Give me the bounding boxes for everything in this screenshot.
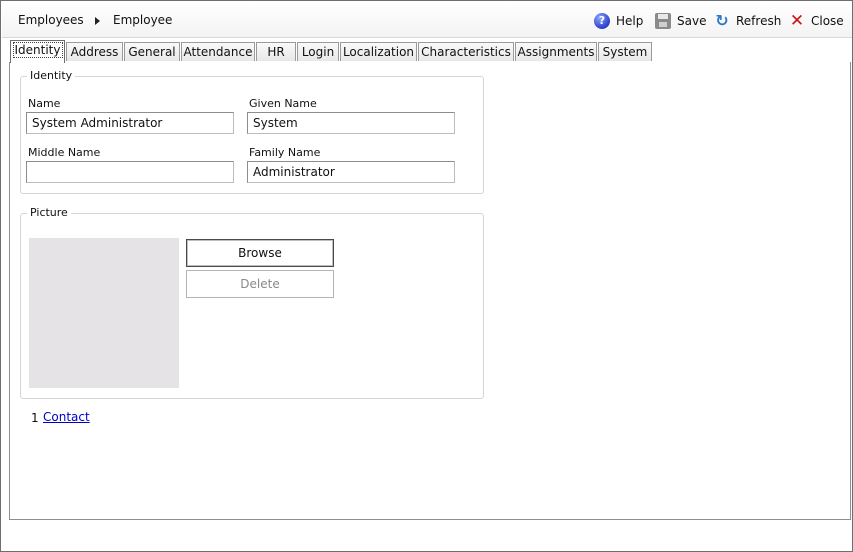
tab-login[interactable]: Login [297, 42, 339, 61]
tab-general[interactable]: General [124, 42, 180, 61]
save-button[interactable]: Save [655, 11, 706, 31]
save-icon [655, 13, 671, 29]
family-name-field[interactable] [247, 161, 455, 183]
picture-group: Picture Browse Delete [20, 206, 484, 399]
breadcrumb-employee: Employee [113, 13, 173, 27]
given-name-label: Given Name [249, 97, 317, 110]
help-icon: ? [594, 13, 610, 29]
delete-button: Delete [186, 270, 334, 298]
close-button[interactable]: ✕ Close [789, 11, 844, 31]
breadcrumb-employees[interactable]: Employees [18, 13, 84, 27]
tab-hr[interactable]: HR [256, 42, 296, 61]
identity-group-title: Identity [27, 69, 76, 82]
middle-name-label: Middle Name [28, 146, 101, 159]
identity-group: Identity Name Given Name Middle Name Fam… [20, 69, 484, 194]
refresh-button[interactable]: ↻ Refresh [714, 11, 781, 31]
tab-attendance[interactable]: Attendance [181, 42, 255, 61]
given-name-field[interactable] [247, 112, 455, 134]
tab-strip: Identity Address General Attendance HR L… [9, 40, 851, 63]
tab-label: Identity [12, 42, 63, 58]
tab-characteristics[interactable]: Characteristics [418, 42, 514, 61]
close-label: Close [811, 14, 844, 28]
tab-identity[interactable]: Identity [10, 40, 65, 63]
tab-localization[interactable]: Localization [340, 42, 417, 61]
tab-content-identity: Identity Name Given Name Middle Name Fam… [9, 62, 851, 520]
tab-address[interactable]: Address [66, 42, 123, 61]
browse-button[interactable]: Browse [186, 239, 334, 267]
name-field[interactable] [26, 112, 234, 134]
window-frame: Employees Employee ? Help Save ↻ Refresh… [0, 0, 853, 552]
refresh-icon: ↻ [715, 11, 729, 30]
picture-placeholder [29, 238, 179, 388]
tab-system[interactable]: System [598, 42, 652, 61]
contact-link[interactable]: Contact [43, 410, 90, 424]
help-button[interactable]: ? Help [594, 11, 643, 31]
refresh-label: Refresh [736, 14, 782, 28]
top-toolbar: Employees Employee ? Help Save ↻ Refresh… [2, 2, 852, 38]
family-name-label: Family Name [249, 146, 321, 159]
close-icon: ✕ [789, 11, 805, 31]
name-label: Name [28, 97, 61, 110]
chevron-right-icon [95, 17, 100, 25]
middle-name-field[interactable] [26, 161, 234, 183]
tab-assignments[interactable]: Assignments [515, 42, 597, 61]
save-label: Save [677, 14, 707, 28]
picture-group-title: Picture [27, 206, 71, 219]
contact-number: 1 [31, 411, 39, 425]
help-label: Help [616, 14, 644, 28]
